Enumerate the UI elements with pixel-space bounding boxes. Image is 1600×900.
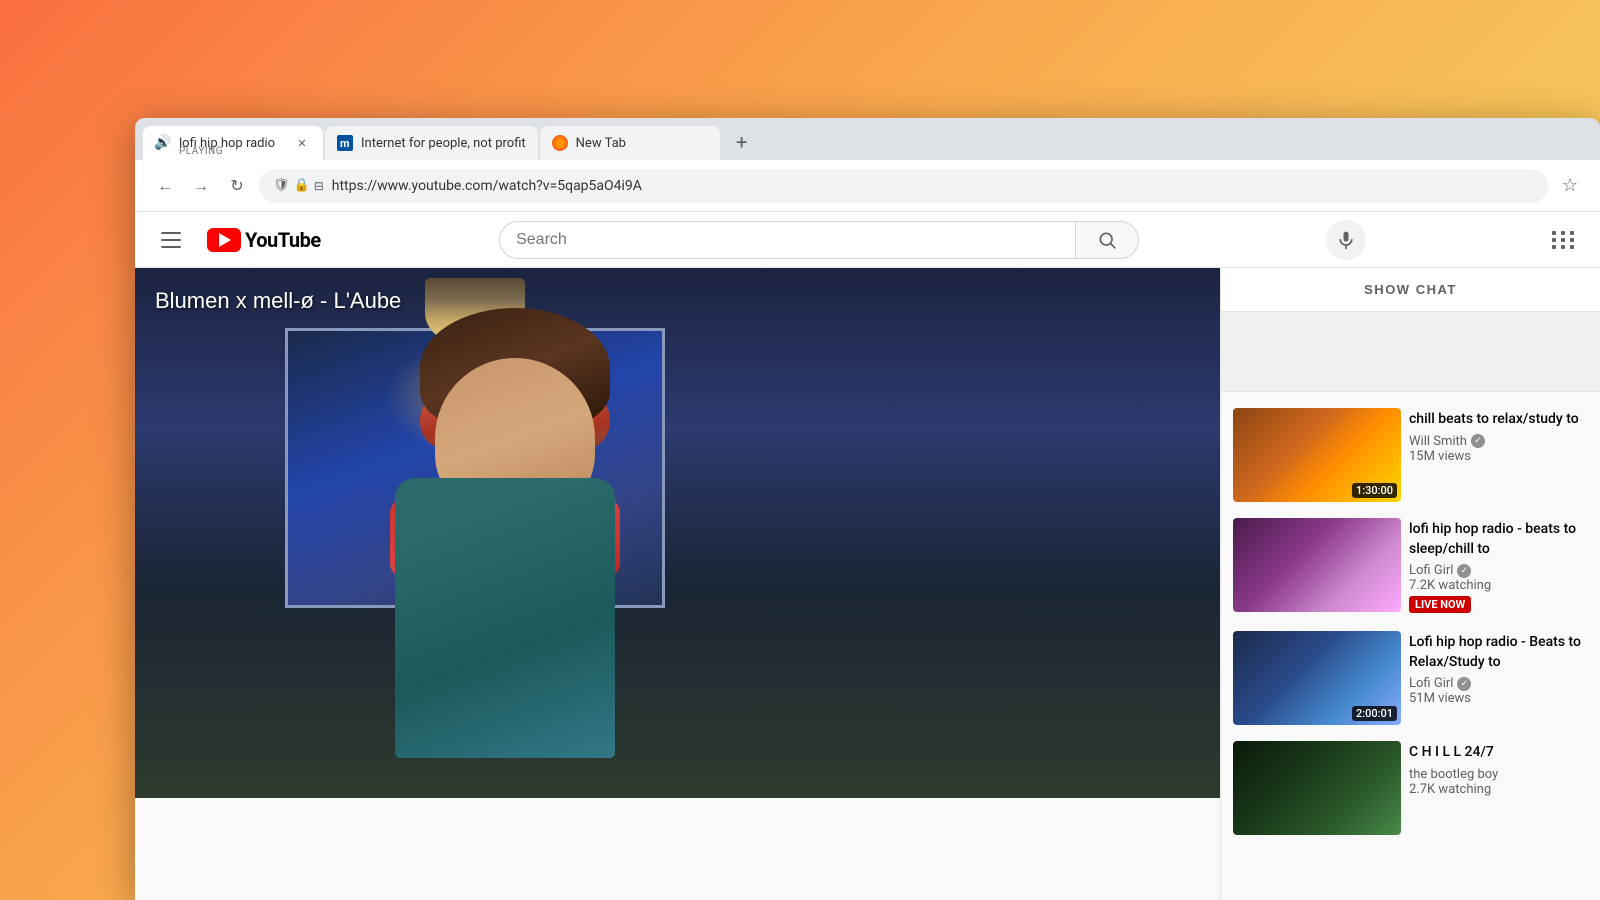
- tab-mozilla[interactable]: m Internet for people, not profit: [325, 126, 538, 160]
- forward-button[interactable]: →: [187, 172, 215, 200]
- apps-dot: [1561, 231, 1565, 235]
- verified-badge: ✓: [1471, 434, 1485, 448]
- thumbnail: 2:00:01: [1233, 631, 1401, 725]
- firefox-icon: [552, 135, 568, 151]
- video-title: Lofi hip hop radio - Beats to Relax/Stud…: [1409, 633, 1588, 672]
- channel-name: Will Smith ✓: [1409, 434, 1588, 449]
- security-icons: 🛡 🔒 ⊟: [273, 178, 324, 193]
- video-info: lofi hip hop radio - beats to sleep/chil…: [1409, 518, 1588, 615]
- apps-dot: [1552, 231, 1556, 235]
- shield-icon: 🛡: [273, 178, 290, 193]
- list-item[interactable]: C H I L L 24/7 the bootleg boy 2.7K watc…: [1229, 733, 1592, 843]
- sidebar: SHOW CHAT 1:30:00 chill beats to relax/s…: [1220, 268, 1600, 900]
- url-text: https://www.youtube.com/watch?v=5qap5aO4…: [332, 178, 1534, 194]
- video-duration: 1:30:00: [1352, 483, 1397, 498]
- menu-line: [161, 246, 181, 248]
- search-button[interactable]: [1075, 221, 1139, 259]
- youtube-logo-icon: [207, 228, 241, 252]
- verified-badge: ✓: [1457, 677, 1471, 691]
- video-duration: 2:00:01: [1352, 706, 1397, 721]
- list-item[interactable]: 1:30:00 chill beats to relax/study to Wi…: [1229, 400, 1592, 510]
- search-input[interactable]: [499, 221, 1075, 259]
- channel-name: the bootleg boy: [1409, 767, 1588, 782]
- apps-grid: [1552, 231, 1576, 249]
- video-title: chill beats to relax/study to: [1409, 410, 1588, 430]
- back-button[interactable]: ←: [151, 172, 179, 200]
- mozilla-icon: m: [337, 135, 353, 151]
- video-info: Lofi hip hop radio - Beats to Relax/Stud…: [1409, 631, 1588, 725]
- video-player[interactable]: Blumen x mell-ø - L'Aube: [135, 268, 1220, 798]
- video-title-overlay: Blumen x mell-ø - L'Aube: [155, 288, 401, 314]
- play-triangle: [219, 233, 231, 247]
- new-tab-button[interactable]: +: [726, 126, 758, 158]
- bookmark-button[interactable]: ☆: [1556, 172, 1584, 200]
- thumbnail: [1233, 741, 1401, 835]
- video-section: Blumen x mell-ø - L'Aube: [135, 268, 1220, 900]
- list-item[interactable]: lofi hip hop radio - beats to sleep/chil…: [1229, 510, 1592, 623]
- search-container: [499, 221, 1139, 259]
- svg-text:m: m: [340, 137, 350, 150]
- tab-new-tab[interactable]: New Tab: [540, 126, 720, 160]
- video-meta: 51M views: [1409, 691, 1588, 706]
- microphone-button[interactable]: [1326, 220, 1366, 260]
- chat-area: [1221, 312, 1600, 392]
- video-info: chill beats to relax/study to Will Smith…: [1409, 408, 1588, 502]
- lock-icon: 🔒: [294, 178, 310, 193]
- apps-dot: [1570, 238, 1574, 242]
- thumbnail: [1233, 518, 1401, 612]
- live-badge: LIVE NOW: [1409, 596, 1471, 613]
- tab-label: Internet for people, not profit: [361, 136, 526, 151]
- tab-label: New Tab: [576, 136, 708, 151]
- youtube-header: YouTube: [135, 212, 1600, 268]
- apps-button[interactable]: [1544, 220, 1584, 260]
- video-meta: 2.7K watching: [1409, 782, 1588, 797]
- tab-sublabel: PLAYING: [179, 146, 223, 151]
- channel-name: Lofi Girl ✓: [1409, 563, 1588, 578]
- show-chat-button[interactable]: SHOW CHAT: [1221, 268, 1600, 312]
- browser-window: 🔊 lofi hip hop radio PLAYING ✕ m Interne…: [135, 118, 1600, 900]
- related-videos-list: 1:30:00 chill beats to relax/study to Wi…: [1221, 392, 1600, 851]
- video-thumbnail: [135, 268, 1220, 798]
- apps-dot: [1570, 231, 1574, 235]
- verified-badge: ✓: [1457, 564, 1471, 578]
- youtube-logo[interactable]: YouTube: [207, 228, 321, 252]
- apps-dot: [1552, 245, 1556, 249]
- tab-bar: 🔊 lofi hip hop radio PLAYING ✕ m Interne…: [135, 118, 1600, 160]
- video-title: lofi hip hop radio - beats to sleep/chil…: [1409, 520, 1588, 559]
- apps-dot: [1570, 245, 1574, 249]
- apps-dot: [1552, 238, 1556, 242]
- apps-dot: [1561, 245, 1565, 249]
- url-bar[interactable]: 🛡 🔒 ⊟ https://www.youtube.com/watch?v=5q…: [259, 169, 1548, 203]
- refresh-button[interactable]: ↻: [223, 172, 251, 200]
- list-item[interactable]: 2:00:01 Lofi hip hop radio - Beats to Re…: [1229, 623, 1592, 733]
- video-title: C H I L L 24/7: [1409, 743, 1588, 763]
- reader-icon: ⊟: [314, 179, 324, 193]
- audio-icon: 🔊: [155, 135, 171, 151]
- menu-button[interactable]: [151, 220, 191, 260]
- address-bar: ← → ↻ 🛡 🔒 ⊟ https://www.youtube.com/watc…: [135, 160, 1600, 212]
- apps-dot: [1561, 238, 1565, 242]
- menu-line: [161, 232, 181, 234]
- tab-close-button[interactable]: ✕: [293, 134, 311, 152]
- video-meta: 15M views: [1409, 449, 1588, 464]
- thumbnail: 1:30:00: [1233, 408, 1401, 502]
- character-torso: [395, 478, 615, 758]
- channel-name: Lofi Girl ✓: [1409, 676, 1588, 691]
- tab-lofi[interactable]: 🔊 lofi hip hop radio PLAYING ✕: [143, 126, 323, 160]
- menu-line: [161, 239, 181, 241]
- video-meta: 7.2K watching: [1409, 578, 1588, 593]
- main-content: Blumen x mell-ø - L'Aube SHOW CHAT 1:30:…: [135, 268, 1600, 900]
- youtube-wordmark: YouTube: [245, 228, 321, 252]
- video-info: C H I L L 24/7 the bootleg boy 2.7K watc…: [1409, 741, 1588, 835]
- character: [335, 378, 735, 758]
